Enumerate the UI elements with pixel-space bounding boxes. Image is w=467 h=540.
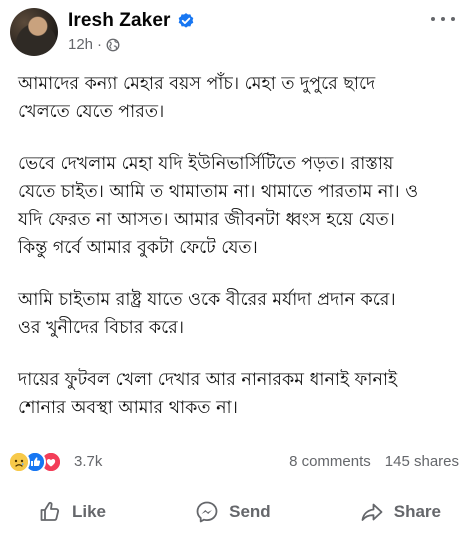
messenger-icon xyxy=(196,501,218,523)
more-dot-icon xyxy=(441,17,445,21)
reaction-icons[interactable] xyxy=(8,451,62,473)
post-time[interactable]: 12h xyxy=(68,36,93,53)
engagement-counts: 8 comments 145 shares xyxy=(289,453,459,470)
author-avatar[interactable] xyxy=(10,8,58,56)
action-bar: Like Send Share xyxy=(0,490,467,534)
share-button[interactable]: Share xyxy=(360,490,441,534)
meta-separator: · xyxy=(97,36,103,53)
reaction-count[interactable]: 3.7k xyxy=(74,453,102,470)
post-paragraph: দায়ের ফুটবল খেলা দেখার আর নানারকম ধানাই… xyxy=(18,370,398,418)
shares-count[interactable]: 145 shares xyxy=(385,453,459,470)
like-label: Like xyxy=(72,502,107,521)
author-name-row: Iresh Zaker xyxy=(68,10,195,32)
thumbs-up-icon xyxy=(40,501,60,521)
facebook-post: Iresh Zaker 12h · আমাদের কন্যা মেহার বয়… xyxy=(0,0,467,540)
send-button[interactable]: Send xyxy=(195,490,271,534)
share-arrow-icon xyxy=(361,503,383,521)
post-body: আমাদের কন্যা মেহার বয়স পাঁচ। মেহা ত দুপ… xyxy=(18,70,453,446)
like-button[interactable]: Like xyxy=(38,490,106,534)
globe-icon xyxy=(106,38,120,52)
more-dot-icon xyxy=(431,17,435,21)
sad-reaction-icon xyxy=(8,451,30,473)
post-paragraph: আমি চাইতাম রাষ্ট্র যাতে ওকে বীরের মর্যাদ… xyxy=(18,290,396,338)
post-paragraph: আমাদের কন্যা মেহার বয়স পাঁচ। মেহা ত দুপ… xyxy=(18,74,376,122)
comments-count[interactable]: 8 comments xyxy=(289,453,371,470)
post-paragraph: ভেবে দেখলাম মেহা যদি ইউনিভার্সিটিতে পড়ত… xyxy=(18,154,419,258)
reactions-bar: 3.7k 8 comments 145 shares xyxy=(8,451,459,476)
post-meta: 12h · xyxy=(68,36,120,53)
verified-badge-icon xyxy=(177,12,195,30)
post-header: Iresh Zaker 12h · xyxy=(8,6,459,62)
share-label: Share xyxy=(393,502,441,521)
more-dot-icon xyxy=(451,17,455,21)
author-name[interactable]: Iresh Zaker xyxy=(68,10,171,32)
send-label: Send xyxy=(229,502,271,521)
more-options-button[interactable] xyxy=(431,12,455,26)
